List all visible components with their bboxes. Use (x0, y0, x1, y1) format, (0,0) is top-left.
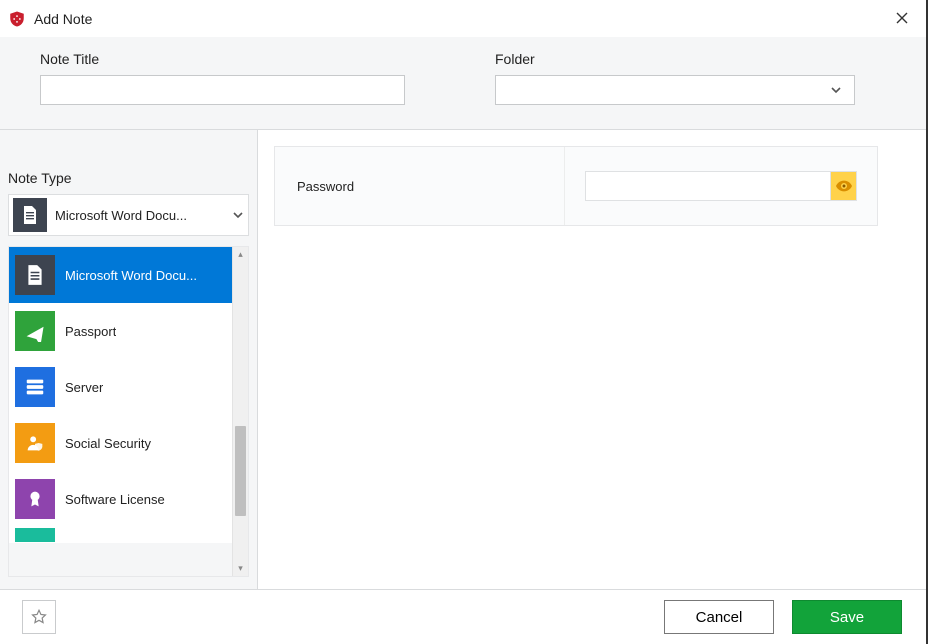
note-type-item-social-security[interactable]: Social Security (9, 415, 232, 471)
note-title-label: Note Title (40, 51, 405, 67)
note-type-item-label: Server (65, 380, 103, 395)
license-icon (15, 479, 55, 519)
reveal-password-button[interactable] (831, 171, 857, 201)
titlebar: Add Note (0, 0, 926, 37)
document-icon (13, 198, 47, 232)
dialog-footer: Cancel Save (0, 590, 926, 644)
close-icon (896, 12, 908, 24)
server-icon (15, 367, 55, 407)
document-icon (15, 255, 55, 295)
chevron-down-icon (232, 209, 244, 221)
top-form: Note Title Folder (0, 37, 926, 130)
note-type-item-label: Microsoft Word Docu... (65, 268, 197, 283)
note-type-select-label: Microsoft Word Docu... (55, 208, 228, 223)
folder-label: Folder (495, 51, 855, 67)
note-type-item-passport[interactable]: Passport (9, 303, 232, 359)
note-type-item-label: Social Security (65, 436, 151, 451)
password-field-label: Password (275, 147, 565, 225)
favorite-button[interactable] (22, 600, 56, 634)
note-type-heading: Note Type (0, 170, 257, 194)
note-type-item-label: Passport (65, 324, 116, 339)
note-type-select[interactable]: Microsoft Word Docu... (8, 194, 249, 236)
star-icon (30, 608, 48, 626)
close-button[interactable] (890, 6, 914, 31)
eye-icon (836, 180, 852, 192)
save-button[interactable]: Save (792, 600, 902, 634)
content-pane: Password (258, 130, 926, 589)
folder-group: Folder (495, 51, 855, 105)
scroll-down-icon[interactable]: ▾ (238, 561, 243, 576)
cancel-button[interactable]: Cancel (664, 600, 774, 634)
note-type-sidebar: Note Type Microsoft Word Docu... Microso… (0, 130, 258, 589)
app-shield-icon (8, 10, 26, 28)
note-type-item-word[interactable]: Microsoft Word Docu... (9, 247, 232, 303)
note-type-item-server[interactable]: Server (9, 359, 232, 415)
dialog-title: Add Note (34, 11, 890, 27)
note-type-item-partial[interactable] (9, 527, 232, 543)
note-title-input[interactable] (40, 75, 405, 105)
scroll-track[interactable] (233, 262, 248, 561)
plane-icon (15, 311, 55, 351)
note-type-scrollbar[interactable]: ▴ ▾ (232, 247, 248, 576)
note-type-item-label: Software License (65, 492, 165, 507)
password-field-card: Password (274, 146, 878, 226)
note-type-list: Microsoft Word Docu... Passport Server (9, 247, 232, 576)
password-input[interactable] (585, 171, 831, 201)
generic-icon (15, 528, 55, 542)
note-type-item-software-license[interactable]: Software License (9, 471, 232, 527)
scroll-thumb[interactable] (235, 426, 246, 516)
person-shield-icon (15, 423, 55, 463)
note-title-group: Note Title (40, 51, 405, 105)
folder-select[interactable] (495, 75, 855, 105)
scroll-up-icon[interactable]: ▴ (238, 247, 243, 262)
chevron-down-icon (830, 84, 842, 96)
